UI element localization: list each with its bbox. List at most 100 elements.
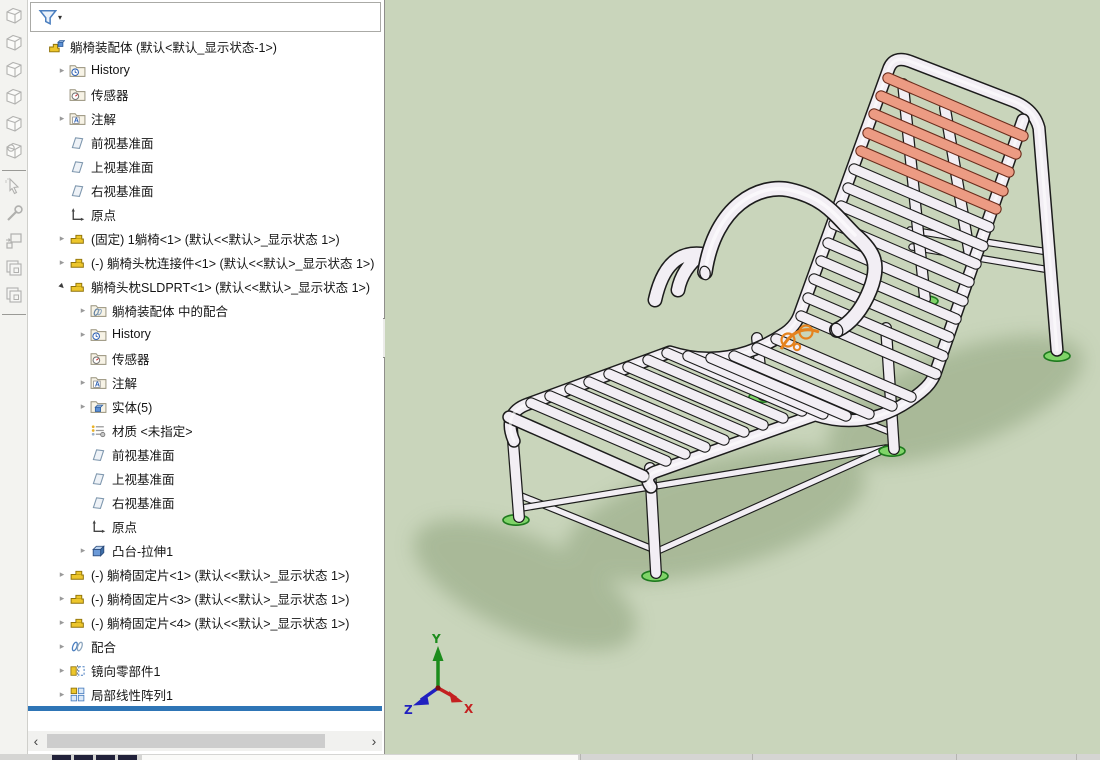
tree-item-label: 原点 — [91, 208, 117, 223]
scrollbar-track[interactable] — [44, 733, 366, 749]
tree-item-label: 躺椅装配体 (默认<默认_显示状态-1>) — [70, 40, 277, 55]
tree-item-1[interactable]: ▸ History — [28, 58, 384, 82]
part-icon — [69, 614, 86, 631]
tree-item-label: (-) 躺椅固定片<3> (默认<<默认>_显示状态 1>) — [91, 592, 350, 607]
expand-arrow-icon[interactable]: ▸ — [76, 305, 90, 316]
tree-item-label: 注解 — [91, 112, 117, 127]
tree-item-18[interactable]: 上视基准面 — [28, 466, 384, 490]
tree-item-2[interactable]: 传感器 — [28, 82, 384, 106]
feature-manager-panel: ▾ 躺椅装配体 (默认<默认_显示状态-1>) ▸ History 传感器 ▸ 注解 前视基… — [28, 0, 385, 760]
tree-item-label: 传感器 — [91, 88, 129, 103]
tree-item-26[interactable]: ▸ 镜向零部件1 — [28, 658, 384, 682]
view-cube-icon-1[interactable] — [3, 5, 25, 27]
expand-arrow-icon[interactable]: ▸ — [55, 65, 69, 76]
sensors-icon — [90, 350, 107, 367]
tree-item-27[interactable]: ▸ 局部线性阵列1 — [28, 682, 384, 706]
expand-arrow-icon[interactable]: ▸ — [55, 569, 69, 580]
filter-dropdown-caret[interactable]: ▾ — [58, 13, 62, 22]
tree-item-label: 局部线性阵列1 — [91, 688, 173, 703]
plane-icon — [90, 470, 107, 487]
tree-item-20[interactable]: 原点 — [28, 514, 384, 538]
tree-item-4[interactable]: 前视基准面 — [28, 130, 384, 154]
mates-icon — [69, 638, 86, 655]
expand-arrow-icon[interactable]: ▸ — [55, 617, 69, 628]
expand-arrow-icon[interactable]: ▸ — [55, 641, 69, 652]
tree-item-24[interactable]: ▸ (-) 躺椅固定片<4> (默认<<默认>_显示状态 1>) — [28, 610, 384, 634]
layers-stack-icon-2[interactable] — [3, 284, 25, 306]
tree-item-label: (固定) 1躺椅<1> (默认<<默认>_显示状态 1>) — [91, 232, 340, 247]
tree-item-5[interactable]: 上视基准面 — [28, 154, 384, 178]
tree-item-15[interactable]: ▸ 实体(5) — [28, 394, 384, 418]
lounge-chair-model[interactable] — [396, 52, 1098, 678]
x-axis-arrow — [449, 691, 463, 703]
toolbar-divider — [1, 314, 26, 315]
tree-item-13[interactable]: 传感器 — [28, 346, 384, 370]
tree-item-label: 上视基准面 — [91, 160, 154, 175]
tree-item-12[interactable]: ▸ History — [28, 322, 384, 346]
bottom-edge-strip — [0, 754, 1100, 760]
tree-resize-bar[interactable] — [28, 706, 382, 711]
expand-arrow-icon[interactable]: ▸ — [55, 113, 69, 124]
move-component-icon[interactable] — [3, 230, 25, 252]
tree-item-9[interactable]: ▸ (-) 躺椅头枕连接件<1> (默认<<默认>_显示状态 1>) — [28, 250, 384, 274]
tree-item-21[interactable]: ▸ 凸台-拉伸1 — [28, 538, 384, 562]
select-cursor-icon[interactable] — [3, 176, 25, 198]
expand-arrow-icon[interactable]: ▸ — [76, 377, 90, 388]
annotation-icon — [90, 374, 107, 391]
z-axis-arrow — [413, 694, 429, 706]
tree-item-25[interactable]: ▸ 配合 — [28, 634, 384, 658]
horizontal-scrollbar[interactable]: ‹ › — [28, 731, 382, 751]
extrude-icon — [90, 542, 107, 559]
part-icon — [69, 254, 86, 271]
viewport-3d[interactable]: Y X Z — [385, 0, 1100, 756]
expand-arrow-icon[interactable]: ▸ — [76, 545, 90, 556]
tree-item-label: 右视基准面 — [112, 496, 175, 511]
scroll-right-arrow[interactable]: › — [366, 731, 382, 751]
expand-arrow-icon[interactable]: ▸ — [76, 329, 90, 340]
tree-item-16[interactable]: 材质 <未指定> — [28, 418, 384, 442]
expand-arrow-icon[interactable]: ▸ — [55, 665, 69, 676]
tree-item-label: 材质 <未指定> — [112, 424, 193, 439]
tree-item-0[interactable]: 躺椅装配体 (默认<默认_显示状态-1>) — [28, 34, 384, 58]
expand-arrow-icon[interactable]: ▸ — [55, 257, 69, 268]
filter-bar[interactable]: ▾ — [30, 2, 381, 32]
view-cube-icon-3[interactable] — [3, 59, 25, 81]
scrollbar-thumb[interactable] — [47, 734, 325, 748]
tree-item-label: 凸台-拉伸1 — [112, 544, 174, 559]
toolbar-divider — [1, 170, 26, 171]
tree-item-label: History — [112, 327, 151, 341]
view-cube-icon-2[interactable] — [3, 32, 25, 54]
left-toolbar — [0, 0, 28, 760]
tree-item-23[interactable]: ▸ (-) 躺椅固定片<3> (默认<<默认>_显示状态 1>) — [28, 586, 384, 610]
tree-item-label: (-) 躺椅头枕连接件<1> (默认<<默认>_显示状态 1>) — [91, 256, 375, 271]
filter-funnel-icon[interactable] — [37, 7, 57, 27]
tools-wrench-icon[interactable] — [3, 203, 25, 225]
tree-item-8[interactable]: ▸ (固定) 1躺椅<1> (默认<<默认>_显示状态 1>) — [28, 226, 384, 250]
tree-item-3[interactable]: ▸ 注解 — [28, 106, 384, 130]
part-icon — [69, 230, 86, 247]
expand-arrow-icon[interactable]: ▸ — [55, 233, 69, 244]
tree-item-17[interactable]: 前视基准面 — [28, 442, 384, 466]
view-cube-icon-5[interactable] — [3, 113, 25, 135]
view-cube-section-icon[interactable] — [3, 140, 25, 162]
view-cube-icon-4[interactable] — [3, 86, 25, 108]
tree-item-11[interactable]: ▸ 躺椅装配体 中的配合 — [28, 298, 384, 322]
tree-item-14[interactable]: ▸ 注解 — [28, 370, 384, 394]
tree-item-7[interactable]: 原点 — [28, 202, 384, 226]
plane-icon — [69, 182, 86, 199]
tree-item-6[interactable]: 右视基准面 — [28, 178, 384, 202]
plane-icon — [69, 134, 86, 151]
expand-arrow-icon[interactable]: ▸ — [55, 689, 69, 700]
scroll-left-arrow[interactable]: ‹ — [28, 731, 44, 751]
tree-item-label: 配合 — [91, 640, 117, 655]
layers-stack-icon-1[interactable] — [3, 257, 25, 279]
tree-item-19[interactable]: 右视基准面 — [28, 490, 384, 514]
z-axis-label: Z — [404, 703, 413, 717]
tree-item-label: 右视基准面 — [91, 184, 154, 199]
x-axis-label: X — [464, 702, 474, 716]
tree-item-22[interactable]: ▸ (-) 躺椅固定片<1> (默认<<默认>_显示状态 1>) — [28, 562, 384, 586]
expand-arrow-icon[interactable]: ▸ — [76, 401, 90, 412]
tree-item-label: 原点 — [112, 520, 138, 535]
tree-item-10[interactable]: ▾ 躺椅头枕SLDPRT<1> (默认<<默认>_显示状态 1>) — [28, 274, 384, 298]
expand-arrow-icon[interactable]: ▸ — [55, 593, 69, 604]
